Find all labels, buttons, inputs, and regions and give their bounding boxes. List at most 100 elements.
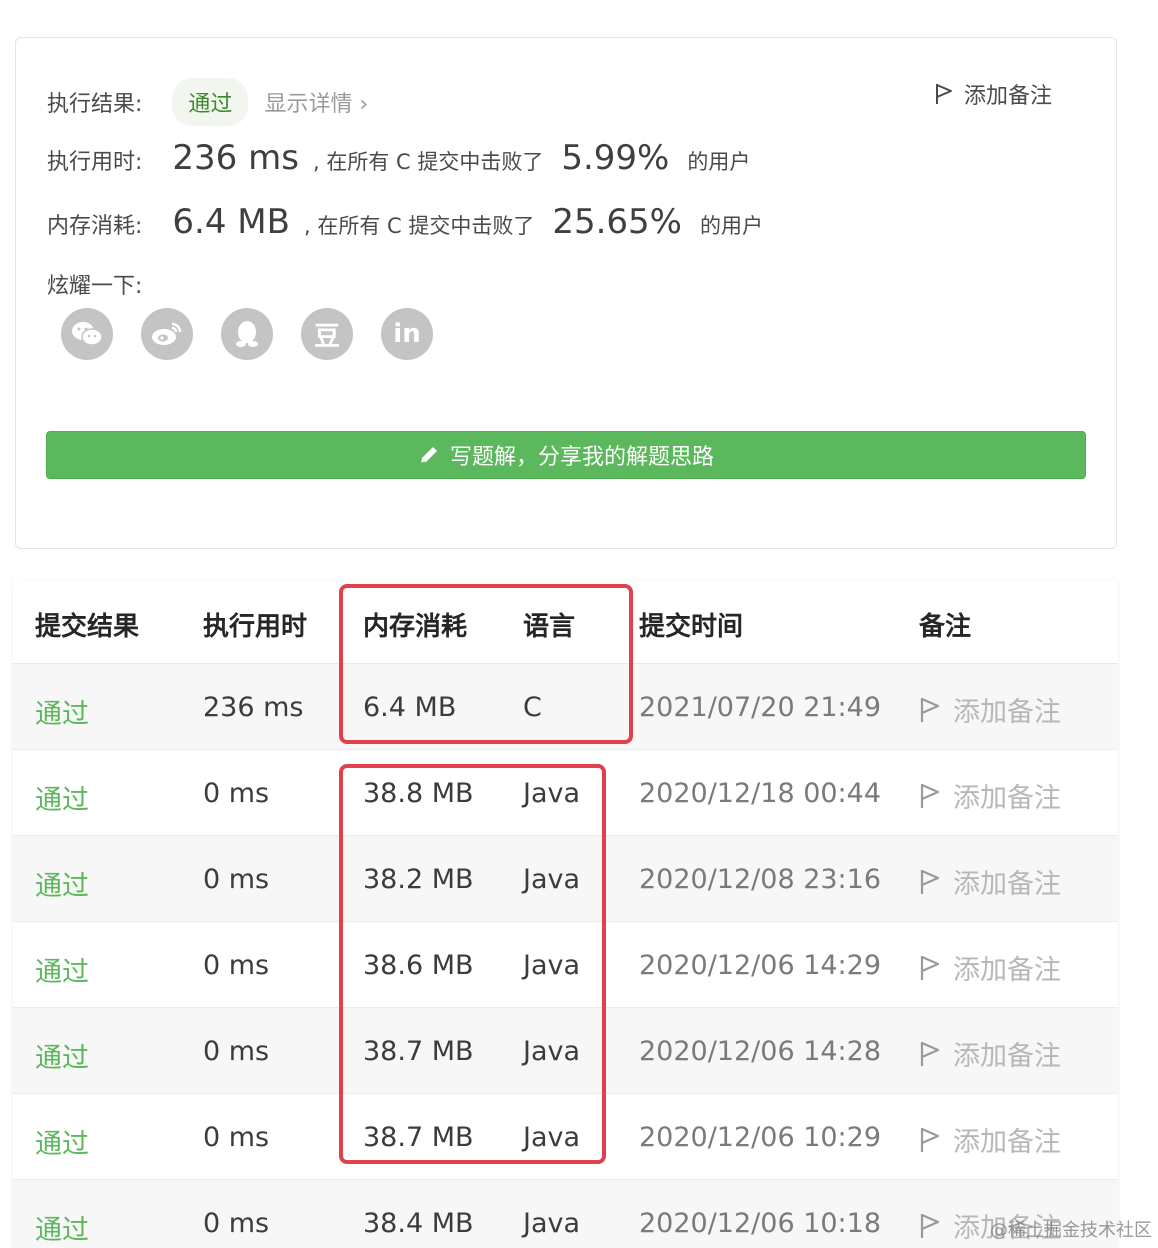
row-add-note-label: 添加备注 <box>953 869 1061 900</box>
row-add-note-button[interactable]: 添加备注 <box>919 948 1061 987</box>
header-language[interactable]: 语言 <box>523 606 575 643</box>
table-row: 通过 0 ms 38.8 MB Java 2020/12/18 00:44 添加… <box>13 750 1118 836</box>
row-time: 2020/12/06 10:29 <box>639 1122 882 1153</box>
row-add-note-button[interactable]: 添加备注 <box>919 1120 1061 1159</box>
row-language: Java <box>523 864 581 895</box>
row-status-link[interactable]: 通过 <box>35 778 89 817</box>
runtime-value: 236 ms <box>172 138 299 178</box>
row-runtime: 0 ms <box>203 1036 270 1067</box>
result-label: 执行结果: <box>47 92 143 117</box>
pencil-icon <box>420 447 437 464</box>
flag-icon <box>920 697 940 722</box>
flag-icon <box>920 869 940 894</box>
memory-beat-text: , 在所有 C 提交中击败了 <box>303 214 535 238</box>
watermark: @稀土掘金技术社区 <box>990 1220 1152 1241</box>
row-runtime: 0 ms <box>203 864 270 895</box>
row-memory: 38.6 MB <box>363 950 474 981</box>
linkedin-icon[interactable]: in <box>381 308 433 360</box>
header-time[interactable]: 提交时间 <box>639 606 743 643</box>
row-status-link[interactable]: 通过 <box>35 1122 89 1161</box>
memory-value: 6.4 MB <box>172 202 290 242</box>
row-add-note-label: 添加备注 <box>953 955 1061 986</box>
share-row: 炫耀一下: <box>47 268 142 300</box>
status-badge: 通过 <box>172 78 249 126</box>
row-runtime: 0 ms <box>203 1208 270 1239</box>
row-time: 2020/12/18 00:44 <box>639 778 882 809</box>
flag-icon <box>920 1041 940 1066</box>
header-memory[interactable]: 内存消耗 <box>363 606 467 643</box>
row-status-link[interactable]: 通过 <box>35 950 89 989</box>
row-status-link[interactable]: 通过 <box>35 864 89 903</box>
row-memory: 38.7 MB <box>363 1036 474 1067</box>
row-language: Java <box>523 1036 581 1067</box>
douban-icon[interactable]: 豆 <box>301 308 353 360</box>
runtime-row: 执行用时: 236 ms , 在所有 C 提交中击败了 5.99% 的用户 <box>47 138 750 178</box>
row-memory: 38.4 MB <box>363 1208 474 1239</box>
runtime-percent: 5.99% <box>561 138 670 178</box>
table-header: 提交结果 执行用时 内存消耗 语言 提交时间 备注 <box>13 580 1118 664</box>
row-time: 2020/12/06 14:28 <box>639 1036 882 1067</box>
runtime-label: 执行用时: <box>47 150 143 175</box>
row-memory: 6.4 MB <box>363 692 457 723</box>
header-note: 备注 <box>919 612 972 642</box>
flag-icon <box>920 1213 940 1238</box>
row-status-link[interactable]: 通过 <box>35 1036 89 1075</box>
row-add-note-label: 添加备注 <box>953 783 1061 814</box>
write-solution-button[interactable]: 写题解，分享我的解题思路 <box>46 431 1086 479</box>
table-row: 通过 0 ms 38.7 MB Java 2020/12/06 10:29 添加… <box>13 1094 1118 1180</box>
row-language: C <box>523 692 542 723</box>
flag-icon <box>936 84 952 104</box>
table-row: 通过 0 ms 38.6 MB Java 2020/12/06 14:29 添加… <box>13 922 1118 1008</box>
row-runtime: 0 ms <box>203 1122 270 1153</box>
row-status-link[interactable]: 通过 <box>35 1208 89 1247</box>
add-note-button[interactable]: 添加备注 <box>934 78 1052 110</box>
qq-icon[interactable] <box>221 308 273 360</box>
share-icons: 豆 in <box>61 308 461 360</box>
row-add-note-button[interactable]: 添加备注 <box>919 862 1061 901</box>
table-row: 通过 0 ms 38.7 MB Java 2020/12/06 14:28 添加… <box>13 1008 1118 1094</box>
submission-page: 执行结果: 通过 显示详情 › 添加备注 执行用时: 236 ms , 在所有 … <box>0 0 1158 1248</box>
row-memory: 38.8 MB <box>363 778 474 809</box>
runtime-beat-text: , 在所有 C 提交中击败了 <box>312 150 544 174</box>
row-add-note-label: 添加备注 <box>953 697 1061 728</box>
row-runtime: 236 ms <box>203 692 304 723</box>
row-add-note-label: 添加备注 <box>953 1041 1061 1072</box>
memory-label: 内存消耗: <box>47 214 143 239</box>
row-add-note-label: 添加备注 <box>953 1127 1061 1158</box>
add-note-label: 添加备注 <box>964 84 1053 109</box>
row-language: Java <box>523 1208 581 1239</box>
row-language: Java <box>523 778 581 809</box>
row-language: Java <box>523 950 581 981</box>
row-language: Java <box>523 1122 581 1153</box>
result-card: 执行结果: 通过 显示详情 › 添加备注 执行用时: 236 ms , 在所有 … <box>15 37 1117 549</box>
memory-percent: 25.65% <box>552 202 682 242</box>
row-time: 2020/12/06 10:18 <box>639 1208 882 1239</box>
table-row: 通过 236 ms 6.4 MB C 2021/07/20 21:49 添加备注 <box>13 664 1118 750</box>
row-memory: 38.2 MB <box>363 864 474 895</box>
table-row: 通过 0 ms 38.4 MB Java 2020/12/06 10:18 添加… <box>13 1180 1118 1248</box>
row-memory: 38.7 MB <box>363 1122 474 1153</box>
flag-icon <box>920 783 940 808</box>
show-details-link[interactable]: 显示详情 › <box>264 86 368 118</box>
row-add-note-button[interactable]: 添加备注 <box>919 690 1061 729</box>
header-runtime[interactable]: 执行用时 <box>203 606 307 643</box>
row-add-note-button[interactable]: 添加备注 <box>919 776 1061 815</box>
row-runtime: 0 ms <box>203 950 270 981</box>
header-status[interactable]: 提交结果 <box>35 606 139 643</box>
runtime-users-text: 的用户 <box>687 150 751 174</box>
row-time: 2021/07/20 21:49 <box>639 692 882 723</box>
row-time: 2020/12/06 14:29 <box>639 950 882 981</box>
flag-icon <box>920 1127 940 1152</box>
memory-row: 内存消耗: 6.4 MB , 在所有 C 提交中击败了 25.65% 的用户 <box>47 202 763 242</box>
row-time: 2020/12/08 23:16 <box>639 864 882 895</box>
table-row: 通过 0 ms 38.2 MB Java 2020/12/08 23:16 添加… <box>13 836 1118 922</box>
flag-icon <box>920 955 940 980</box>
weibo-icon[interactable] <box>141 308 193 360</box>
row-add-note-button[interactable]: 添加备注 <box>919 1034 1061 1073</box>
memory-users-text: 的用户 <box>700 214 763 238</box>
write-solution-label: 写题解，分享我的解题思路 <box>449 445 714 470</box>
row-status-link[interactable]: 通过 <box>35 692 89 731</box>
result-row: 执行结果: 通过 显示详情 › <box>47 78 368 126</box>
submissions-table: 提交结果 执行用时 内存消耗 语言 提交时间 备注 通过 236 ms 6.4 … <box>13 580 1118 1248</box>
wechat-icon[interactable] <box>61 308 113 360</box>
